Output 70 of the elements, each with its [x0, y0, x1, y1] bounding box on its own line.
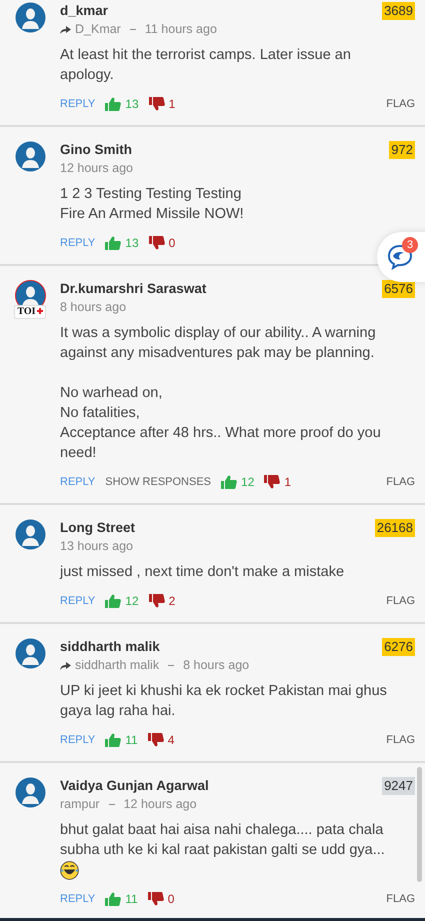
avatar-icon	[14, 519, 46, 550]
flag-link[interactable]: FLAG	[386, 476, 415, 488]
thumbs-up-icon[interactable]	[105, 236, 122, 250]
comment-time: 8 hours ago	[183, 658, 250, 672]
commenter-name[interactable]: d_kmar	[60, 2, 108, 20]
comment-text: At least hit the terrorist camps. Later issue an apology.	[60, 46, 352, 85]
thumbs-down-icon[interactable]	[148, 97, 165, 111]
comment-time: 8 hours ago	[60, 300, 126, 314]
dislike-count: 0	[168, 236, 176, 250]
comment-time: 11 hours ago	[144, 22, 217, 36]
like-count: 13	[125, 97, 139, 111]
thumbs-up-icon[interactable]	[105, 97, 122, 111]
share-arrow-icon	[60, 24, 71, 34]
avatar-icon	[14, 2, 46, 33]
flag-link[interactable]: FLAG	[386, 98, 415, 110]
notification-badge: 3	[402, 237, 418, 253]
dislike-count: 2	[168, 594, 176, 608]
avatar-icon	[14, 638, 46, 669]
comment-time: 12 hours ago	[124, 797, 197, 811]
like-count: 11	[125, 892, 138, 906]
comment-time: 12 hours ago	[60, 161, 133, 175]
flag-link[interactable]: FLAG	[386, 734, 415, 746]
user-points: 972	[389, 141, 415, 159]
thumbs-up-icon[interactable]	[105, 892, 122, 906]
user-points: 6576	[382, 280, 415, 298]
thumbs-down-icon[interactable]	[148, 892, 164, 906]
dislike-count: 4	[168, 733, 174, 747]
avatar-icon	[14, 141, 46, 172]
user-points: 26168	[374, 519, 415, 537]
comment-text: 1 2 3 Testing Testing Testing Fire An Armed Missile NOW!	[60, 185, 245, 224]
dislike-count: 1	[168, 97, 176, 111]
like-count: 13	[125, 236, 139, 250]
like-count: 12	[241, 475, 254, 489]
comment-time: 13 hours ago	[60, 539, 133, 553]
separator-dash	[168, 664, 174, 666]
flag-link[interactable]: FLAG	[386, 893, 415, 905]
thumbs-down-icon[interactable]	[148, 594, 165, 608]
commenter-name[interactable]: Dr.kumarshri Saraswat	[60, 280, 206, 298]
comment-text: just missed , next time don't make a mistake	[60, 563, 346, 582]
dislike-count: 1	[284, 475, 292, 489]
user-points: 6276	[382, 638, 415, 656]
forwarded-by: D_Kmar	[75, 22, 121, 36]
user-points: 3689	[382, 2, 415, 20]
thumbs-down-icon[interactable]	[148, 236, 165, 250]
flag-link[interactable]: FLAG	[386, 595, 415, 607]
commenter-name[interactable]: siddharth malik	[60, 638, 160, 656]
like-count: 11	[125, 733, 138, 747]
commenter-name[interactable]: Vaidya Gunjan Agarwal	[60, 777, 209, 795]
thumbs-down-icon[interactable]	[148, 733, 164, 747]
separator-dash	[130, 28, 136, 30]
thumbs-up-icon[interactable]	[221, 475, 238, 489]
comment-text: UP ki jeet ki khushi ka ek rocket Pakistan mai ghus gaya lag raha hai.	[60, 682, 388, 721]
plus-icon	[36, 308, 43, 314]
thumbs-down-icon[interactable]	[264, 475, 280, 489]
show-responses-link[interactable]: SHOW RESPONSES	[105, 476, 212, 488]
avatar-icon	[14, 777, 46, 808]
forwarded-by: siddharth malik	[75, 658, 160, 672]
commenter-name[interactable]: Gino Smith	[60, 141, 132, 159]
user-location: rampur	[60, 797, 100, 811]
thumbs-up-icon[interactable]	[105, 594, 122, 608]
commenter-name[interactable]: Long Street	[60, 519, 136, 537]
dislike-count: 0	[168, 892, 174, 906]
scrollbar[interactable]	[417, 767, 422, 882]
thumbs-up-icon[interactable]	[105, 733, 122, 747]
comment-text: bhut galat baat hai aisa nahi chalega.... pata chala subha uth ke ki kal raat pakistan galti se udd gya...	[60, 820, 415, 880]
user-points: 9247	[382, 777, 415, 795]
comment-text: It was a symbolic display of our ability.. A warning against any misadventures pak may be planning. No warhead on, No fatalities, Acceptance after 48 hrs.. What more proof do you need!	[60, 324, 382, 463]
toi-badge: TOI	[14, 305, 46, 319]
like-count: 12	[125, 594, 139, 608]
share-arrow-icon	[60, 660, 71, 670]
